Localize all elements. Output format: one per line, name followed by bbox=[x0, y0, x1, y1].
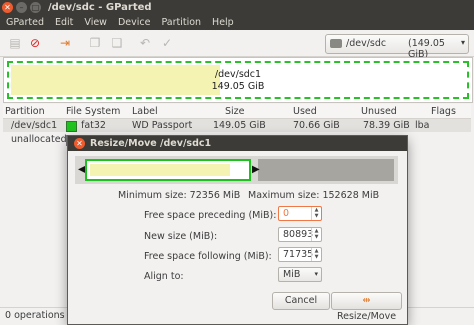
free-space-preceding-input[interactable]: 0 ▲ ▼ bbox=[278, 206, 322, 221]
copy-icon[interactable]: ❐ bbox=[88, 36, 102, 50]
cell-partition: unallocated bbox=[11, 134, 67, 145]
col-partition[interactable]: Partition bbox=[5, 106, 45, 117]
minimize-window-button[interactable]: – bbox=[16, 2, 27, 13]
delete-icon[interactable]: ⊘ bbox=[28, 36, 42, 50]
new-size-value: 80893 bbox=[283, 229, 314, 240]
new-size-input[interactable]: 80893 ▲ ▼ bbox=[278, 227, 322, 242]
spin-arrows-icon[interactable]: ▲ ▼ bbox=[311, 207, 321, 220]
resize-move-button-label: Resize/Move bbox=[336, 311, 397, 322]
maximize-window-button[interactable]: □ bbox=[30, 2, 41, 13]
toolbar: ▤ ⊘ ⇥ ❐ ❑ ↶ ✓ /dev/sdc (149.05 GiB) ▾ bbox=[0, 30, 474, 60]
free-space-preceding-value: 0 bbox=[283, 208, 290, 219]
spin-arrows-icon[interactable]: ▲ ▼ bbox=[311, 248, 321, 261]
disk-map-partition-name: /dev/sdc1 bbox=[214, 69, 262, 80]
dialog-title: Resize/Move /dev/sdc1 bbox=[90, 138, 212, 149]
close-icon[interactable]: ✕ bbox=[74, 138, 85, 149]
close-window-button[interactable]: ✕ bbox=[2, 2, 13, 13]
window-title: /dev/sdc - GParted bbox=[48, 2, 152, 13]
free-space-following-value: 71735 bbox=[283, 249, 314, 260]
menu-device[interactable]: Device bbox=[112, 16, 156, 30]
align-to-label: Align to: bbox=[144, 271, 184, 282]
minimum-size-text: Minimum size: 72356 MiB bbox=[118, 190, 241, 201]
col-filesystem[interactable]: File System bbox=[66, 106, 120, 117]
cancel-button[interactable]: Cancel bbox=[272, 292, 330, 310]
resize-move-button[interactable]: ⇹ Resize/Move bbox=[331, 292, 402, 322]
disk-map: /dev/sdc1 149.05 GiB bbox=[3, 57, 473, 103]
resize-move-icon: ⇹ bbox=[362, 295, 371, 306]
cell-partition: /dev/sdc1 bbox=[11, 120, 58, 131]
free-space-preceding-label: Free space preceding (MiB): bbox=[144, 210, 277, 221]
device-name: /dev/sdc bbox=[346, 38, 387, 49]
partition-used-graph bbox=[90, 164, 230, 176]
chevron-down-icon: ▾ bbox=[460, 38, 465, 47]
align-to-value: MiB bbox=[283, 269, 301, 280]
cell-size: 149.05 GiB bbox=[213, 120, 266, 131]
menubar: GParted Edit View Device Partition Help bbox=[0, 16, 474, 30]
device-selector[interactable]: /dev/sdc (149.05 GiB) ▾ bbox=[325, 34, 469, 60]
new-icon[interactable]: ▤ bbox=[8, 36, 22, 50]
new-size-label: New size (MiB): bbox=[144, 231, 218, 242]
col-label[interactable]: Label bbox=[132, 106, 158, 117]
menu-partition[interactable]: Partition bbox=[155, 16, 206, 30]
menu-help[interactable]: Help bbox=[206, 16, 239, 30]
cell-flags: lba bbox=[415, 120, 430, 131]
resize-move-icon[interactable]: ⇥ bbox=[58, 36, 72, 50]
spin-arrows-icon[interactable]: ▲ ▼ bbox=[311, 228, 321, 241]
fat32-color-swatch bbox=[66, 121, 77, 132]
free-space-following-label: Free space following (MiB): bbox=[144, 251, 272, 262]
window-controls: ✕ – □ bbox=[2, 2, 41, 13]
menu-edit[interactable]: Edit bbox=[49, 16, 78, 30]
apply-icon[interactable]: ✓ bbox=[160, 36, 174, 50]
col-unused[interactable]: Unused bbox=[361, 106, 397, 117]
disk-map-partition[interactable]: /dev/sdc1 149.05 GiB bbox=[7, 61, 469, 99]
maximum-size-text: Maximum size: 152628 MiB bbox=[248, 190, 380, 201]
col-size[interactable]: Size bbox=[225, 106, 245, 117]
drive-icon bbox=[330, 39, 342, 48]
align-to-select[interactable]: MiB ▾ bbox=[278, 267, 322, 282]
chevron-down-icon: ▾ bbox=[314, 270, 318, 278]
disk-map-partition-size: 149.05 GiB bbox=[211, 81, 265, 92]
paste-icon[interactable]: ❑ bbox=[110, 36, 124, 50]
free-space-following-graph bbox=[258, 159, 394, 181]
cancel-button-label: Cancel bbox=[284, 295, 318, 306]
col-flags[interactable]: Flags bbox=[431, 106, 456, 117]
resize-graph: ◀ ▶ bbox=[75, 156, 398, 184]
table-row[interactable]: /dev/sdc1 fat32 WD Passport 149.05 GiB 7… bbox=[3, 119, 471, 132]
menu-view[interactable]: View bbox=[78, 16, 112, 30]
partition-table-header: Partition File System Label Size Used Un… bbox=[3, 104, 471, 119]
dialog-titlebar: ✕ Resize/Move /dev/sdc1 bbox=[68, 136, 407, 151]
cell-filesystem: fat32 bbox=[81, 120, 106, 131]
partition-resize-box[interactable] bbox=[85, 159, 251, 181]
cell-unused: 78.39 GiB bbox=[363, 120, 410, 131]
right-resize-handle-icon[interactable]: ▶ bbox=[252, 165, 260, 175]
window-titlebar: ✕ – □ /dev/sdc - GParted bbox=[0, 0, 474, 16]
cell-label: WD Passport bbox=[132, 120, 193, 131]
col-used[interactable]: Used bbox=[293, 106, 317, 117]
menu-gparted[interactable]: GParted bbox=[0, 16, 49, 30]
resize-move-dialog: ✕ Resize/Move /dev/sdc1 ◀ ▶ Minimum size… bbox=[68, 136, 407, 324]
free-space-following-input[interactable]: 71735 ▲ ▼ bbox=[278, 247, 322, 262]
cell-used: 70.66 GiB bbox=[293, 120, 340, 131]
undo-icon[interactable]: ↶ bbox=[138, 36, 152, 50]
